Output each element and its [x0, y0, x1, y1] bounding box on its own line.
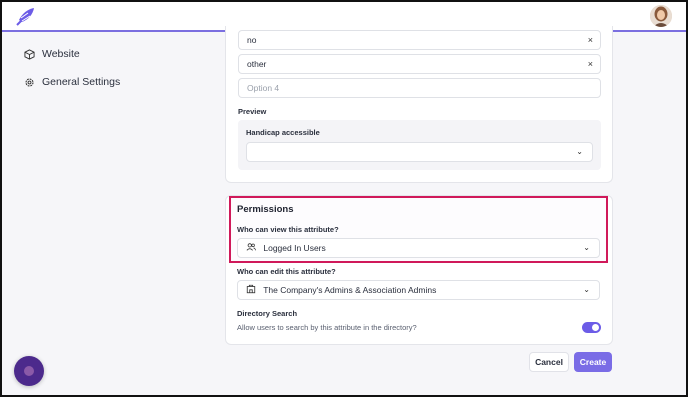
cancel-button[interactable]: Cancel [529, 352, 569, 372]
new-option-placeholder: Option 4 [247, 83, 280, 93]
feather-logo-icon[interactable] [14, 7, 36, 27]
chevron-down-icon: ⌄ [576, 147, 583, 156]
view-permission-select[interactable]: Logged In Users ⌄ [237, 238, 600, 258]
users-icon [246, 243, 256, 251]
sidebar-item-label: General Settings [42, 76, 121, 88]
user-avatar[interactable] [650, 5, 672, 27]
option-field-no[interactable]: no × [238, 30, 601, 50]
permissions-title: Permissions [237, 204, 294, 215]
chevron-down-icon: ⌄ [583, 285, 590, 294]
option-value: no [247, 35, 257, 45]
view-permission-value: Logged In Users [263, 243, 326, 253]
sidebar-item-label: Website [42, 48, 80, 60]
preview-field-label: Handicap accessible [246, 128, 320, 137]
gear-icon [25, 77, 34, 87]
directory-search-toggle[interactable] [582, 322, 601, 333]
preview-heading: Preview [238, 107, 267, 116]
app-frame: Website General Settings no × other × Op… [0, 0, 688, 397]
building-icon [246, 284, 256, 294]
edit-permission-label: Who can edit this attribute? [237, 267, 336, 276]
option-value: other [247, 59, 267, 69]
preview-select[interactable]: ⌄ [246, 142, 593, 162]
chevron-down-icon: ⌄ [583, 243, 590, 252]
chat-launcher-button[interactable] [14, 356, 44, 386]
new-option-input[interactable]: Option 4 [238, 78, 601, 98]
view-permission-label: Who can view this attribute? [237, 225, 339, 234]
settings-sidebar: Website General Settings [24, 46, 204, 102]
preview-box: Handicap accessible ⌄ [238, 120, 601, 170]
create-button[interactable]: Create [574, 352, 612, 372]
remove-option-icon[interactable]: × [588, 31, 593, 49]
options-card: no × other × Option 4 Preview Handicap a… [225, 26, 613, 183]
option-field-other[interactable]: other × [238, 54, 601, 74]
cube-icon [24, 48, 35, 60]
remove-option-icon[interactable]: × [588, 55, 593, 73]
edit-permission-select[interactable]: The Company's Admins & Association Admin… [237, 280, 600, 300]
directory-search-help: Allow users to search by this attribute … [237, 323, 417, 332]
directory-search-label: Directory Search [237, 309, 298, 318]
edit-permission-value: The Company's Admins & Association Admin… [263, 285, 437, 295]
sidebar-item-website[interactable]: Website [24, 46, 204, 62]
sidebar-item-general-settings[interactable]: General Settings [24, 74, 204, 90]
